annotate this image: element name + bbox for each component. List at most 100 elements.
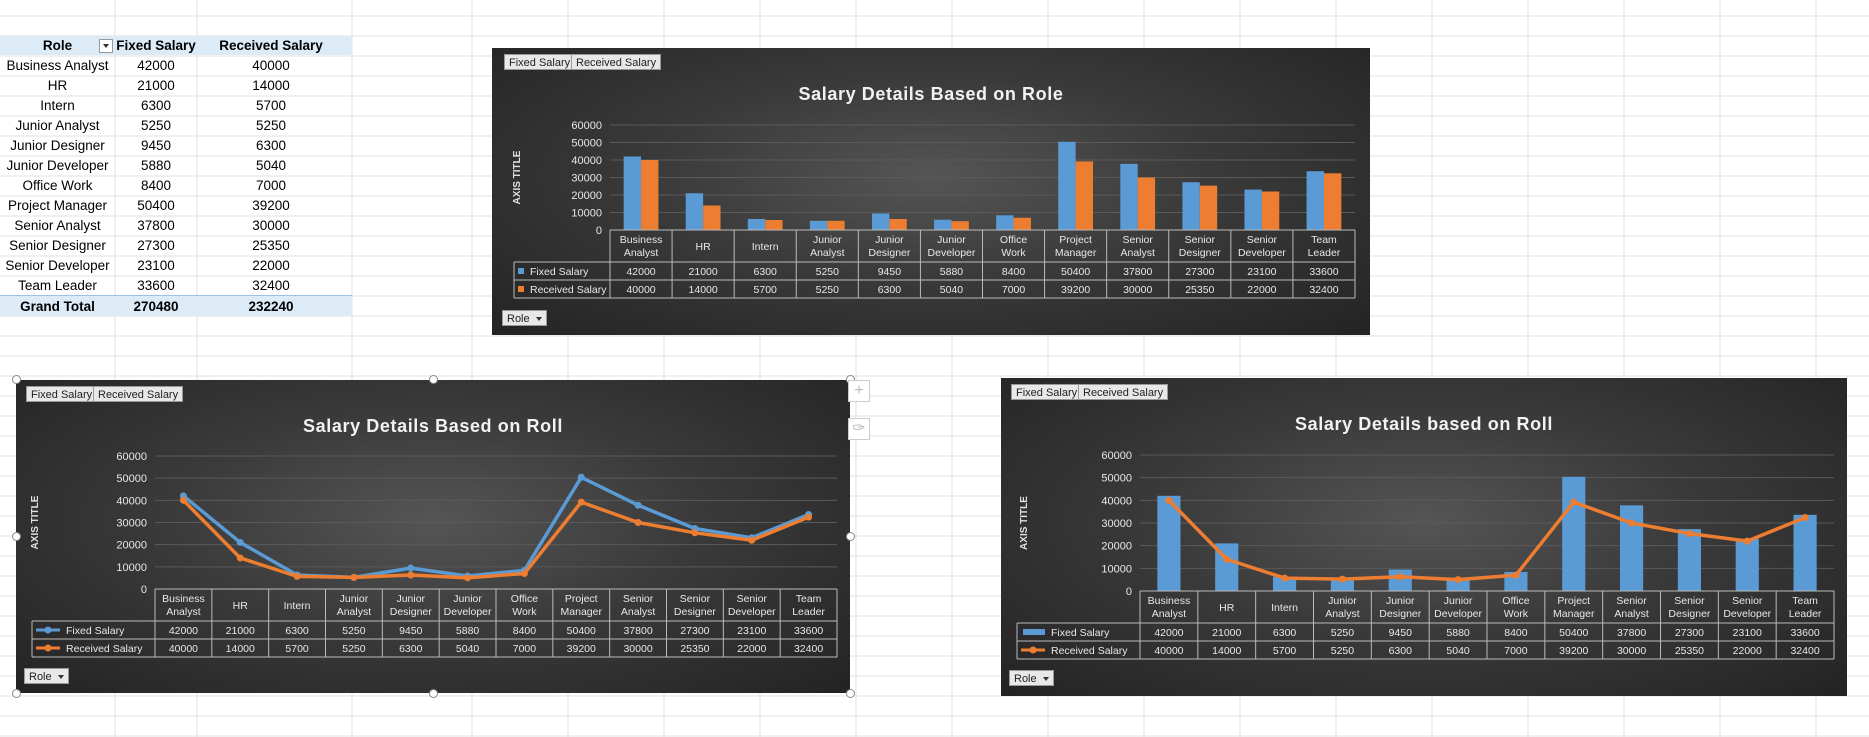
x-category-label: Analyst — [621, 606, 656, 618]
x-category-label: Manager — [1055, 247, 1097, 259]
x-category-label: Analyst — [166, 606, 201, 618]
data-table-value: 7000 — [1504, 645, 1528, 657]
pivot-cell-received: 5700 — [255, 97, 287, 113]
y-tick-label: 10000 — [1101, 563, 1132, 575]
x-category-label: Business — [620, 234, 663, 246]
bar-fixed-salary — [1793, 514, 1817, 591]
combo-chart[interactable]: Fixed Salary Received Salary Salary Deta… — [1001, 378, 1847, 696]
x-category-label: Analyst — [1152, 608, 1187, 620]
pivot-cell-role: Senior Developer — [5, 257, 110, 273]
filter-dropdown-icon[interactable] — [99, 39, 113, 53]
x-category-label: HR — [233, 600, 249, 612]
field-button-role[interactable]: Role — [502, 310, 547, 326]
bar-fixed-salary — [934, 219, 952, 230]
x-category-label: Developer — [928, 247, 976, 259]
pivot-row: Senior Developer 23100 22000 — [0, 255, 352, 275]
bar-fixed-salary — [1120, 163, 1138, 230]
x-category-label: Developer — [1238, 247, 1286, 259]
data-table-value: 6300 — [399, 643, 423, 655]
pivot-cell-received: 6300 — [255, 137, 287, 153]
pivot-header-role[interactable]: Role — [0, 38, 115, 53]
y-tick-label: 60000 — [116, 451, 147, 463]
data-table-value: 39200 — [1559, 645, 1588, 657]
point-fixed-salary — [236, 538, 244, 546]
pivot-row: Senior Designer 27300 25350 — [0, 235, 352, 255]
field-button-role[interactable]: Role — [1009, 670, 1054, 686]
legend-label: Fixed Salary — [1051, 627, 1110, 639]
chart-plot-area: 0 10000 20000 30000 40000 50000 60000 AXIS TITL… — [512, 120, 1356, 299]
x-category-label: Senior — [1674, 595, 1705, 607]
point-fixed-salary — [407, 564, 415, 572]
data-table-value: 30000 — [1123, 284, 1152, 296]
field-button-role[interactable]: Role — [24, 668, 69, 684]
x-category-label: Developer — [1723, 608, 1771, 620]
x-category-label: Senior — [1247, 234, 1278, 246]
resize-handle[interactable] — [429, 375, 438, 384]
resize-handle[interactable] — [429, 689, 438, 698]
data-table-value: 37800 — [1617, 627, 1646, 639]
chart-styles-brush-icon[interactable]: ✑ — [848, 418, 870, 440]
axis-title: AXIS TITLE — [512, 150, 523, 204]
pivot-cell-role: Junior Developer — [6, 157, 109, 173]
column-chart[interactable]: Fixed Salary Received Salary Salary Deta… — [492, 48, 1370, 335]
data-table-value: 6300 — [1389, 645, 1413, 657]
pivot-cell-role: Junior Designer — [10, 137, 105, 153]
x-category-label: Junior — [1328, 595, 1357, 607]
pivot-cell-role: Office Work — [22, 177, 93, 193]
resize-handle[interactable] — [846, 689, 855, 698]
y-tick-label: 10000 — [571, 208, 602, 220]
pivot-cell-received: 14000 — [252, 77, 290, 93]
x-category-label: Junior — [396, 593, 425, 605]
point-received-salary — [1338, 575, 1346, 583]
data-table-value: 27300 — [1675, 627, 1704, 639]
line-received-salary — [182, 499, 810, 580]
x-category-label: Analyst — [1120, 247, 1155, 259]
resize-handle[interactable] — [12, 689, 21, 698]
line-chart[interactable]: Fixed Salary Received Salary Salary Deta… — [16, 380, 850, 693]
resize-handle[interactable] — [12, 532, 21, 541]
data-table-value: 42000 — [169, 625, 198, 637]
resize-handle[interactable] — [846, 532, 855, 541]
pivot-row: Project Manager 50400 39200 — [0, 195, 352, 215]
y-tick-label: 0 — [596, 225, 602, 237]
pivot-table: Role Fixed Salary Received Salary Busine… — [0, 36, 352, 316]
bar-received-salary — [765, 220, 783, 230]
bar-received-salary — [1323, 173, 1342, 230]
x-category-label: HR — [1219, 602, 1235, 614]
data-table-value: 25350 — [680, 643, 709, 655]
x-category-label: Junior — [937, 234, 966, 246]
bar-fixed-salary — [1244, 189, 1262, 230]
pivot-cell-fixed: 5880 — [140, 157, 172, 173]
resize-handle[interactable] — [12, 375, 21, 384]
pivot-cell-fixed: 5250 — [140, 117, 172, 133]
x-category-label: Senior — [737, 593, 768, 605]
data-table-value: 40000 — [169, 643, 198, 655]
pivot-cell-role: Senior Designer — [9, 237, 106, 253]
x-category-label: Senior — [1732, 595, 1763, 607]
grand-total-label: Grand Total — [20, 298, 95, 314]
data-table-value: 5250 — [1331, 627, 1355, 639]
x-category-label: Designer — [390, 606, 433, 618]
point-received-salary — [805, 513, 813, 521]
chart-elements-plus-icon[interactable]: + — [848, 380, 870, 402]
data-table-value: 32400 — [1309, 284, 1338, 296]
data-table-value: 21000 — [689, 266, 718, 278]
x-category-label: Leader — [792, 606, 825, 618]
x-category-label: Designer — [1668, 608, 1711, 620]
bar-fixed-salary — [1182, 182, 1200, 230]
pivot-row: Office Work 8400 7000 — [0, 175, 352, 195]
data-table-value: 8400 — [1002, 266, 1026, 278]
data-table-value: 5880 — [1446, 627, 1470, 639]
data-table-value: 9450 — [399, 625, 423, 637]
x-category-label: Senior — [1123, 234, 1154, 246]
bar-fixed-salary — [1058, 141, 1076, 230]
data-table-value: 23100 — [1733, 627, 1762, 639]
pivot-cell-fixed: 37800 — [137, 217, 175, 233]
legend-key-marker — [1029, 646, 1037, 654]
x-category-label: Analyst — [810, 247, 845, 259]
bar-received-salary — [1013, 217, 1031, 230]
point-received-salary — [1570, 498, 1578, 506]
point-received-salary — [748, 536, 756, 544]
data-table-value: 50400 — [1559, 627, 1588, 639]
bar-fixed-salary — [1620, 505, 1644, 591]
